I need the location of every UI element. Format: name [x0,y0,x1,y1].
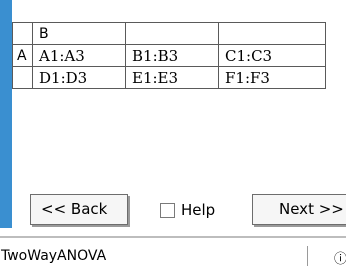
grid-header-cell: B [32,22,126,45]
grid-row-label [12,66,33,89]
grid-header-cell [125,22,219,45]
help-label: Help [181,201,216,219]
grid-row-label: A [12,44,33,67]
data-grid: B A A1:A3 B1:B3 C1:C3 D1:D3 E1:E3 F1:F3 [12,22,346,89]
status-separator [307,246,308,266]
grid-cell[interactable]: E1:E3 [125,66,219,89]
grid-row: A A1:A3 B1:B3 C1:C3 [12,44,326,67]
grid-header-cell [218,22,326,45]
grid-row: D1:D3 E1:E3 F1:F3 [12,66,326,89]
status-divider [0,236,346,238]
checkbox-box[interactable] [160,202,175,218]
status-title: TwoWayANOVA [1,248,107,264]
grid-cell[interactable]: C1:C3 [218,44,326,67]
next-button[interactable]: Next >> [252,194,346,225]
back-button[interactable]: << Back [30,194,128,225]
battery-icon: ⓘ [334,252,346,267]
grid-cell[interactable]: D1:D3 [32,66,126,89]
grid-corner-cell [12,22,33,45]
grid-header-row: B [12,22,326,45]
grid-cell[interactable]: B1:B3 [125,44,219,67]
status-bar: TwoWayANOVA ⓘ [0,240,346,271]
grid-cell[interactable]: A1:A3 [32,44,126,67]
grid-cell[interactable]: F1:F3 [218,66,326,89]
left-accent-bar [0,0,12,228]
help-checkbox[interactable]: Help [160,200,215,220]
